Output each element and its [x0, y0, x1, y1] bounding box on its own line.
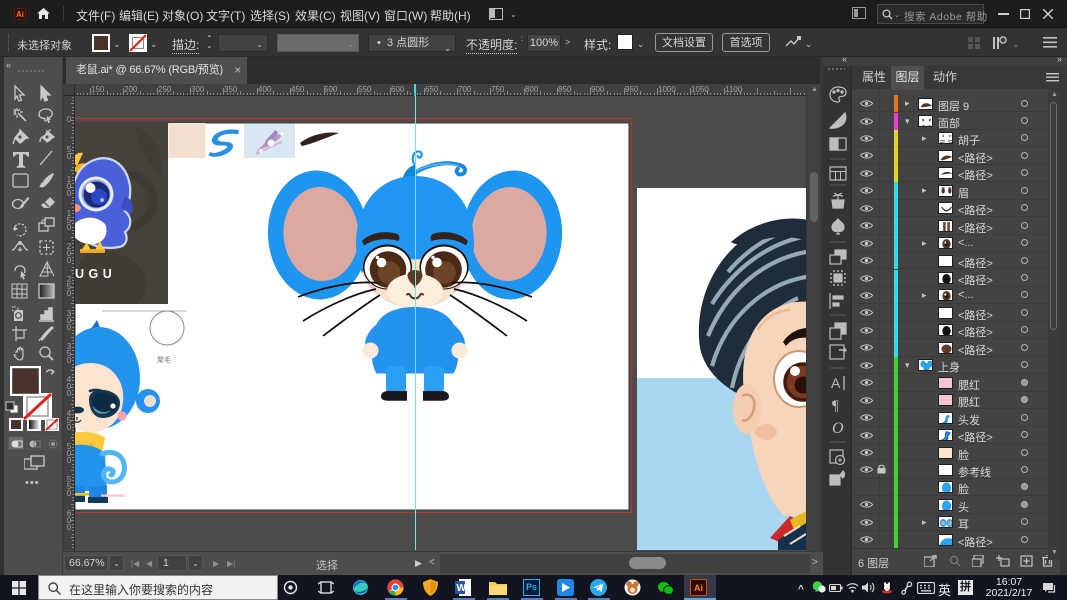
svg-text:¶: ¶ — [832, 398, 839, 414]
svg-text:A: A — [831, 375, 841, 391]
svg-text:W: W — [457, 583, 467, 594]
svg-text:聚毛: 聚毛 — [157, 355, 171, 364]
svg-text:UGU: UGU — [75, 267, 116, 281]
svg-text:O: O — [832, 420, 844, 437]
